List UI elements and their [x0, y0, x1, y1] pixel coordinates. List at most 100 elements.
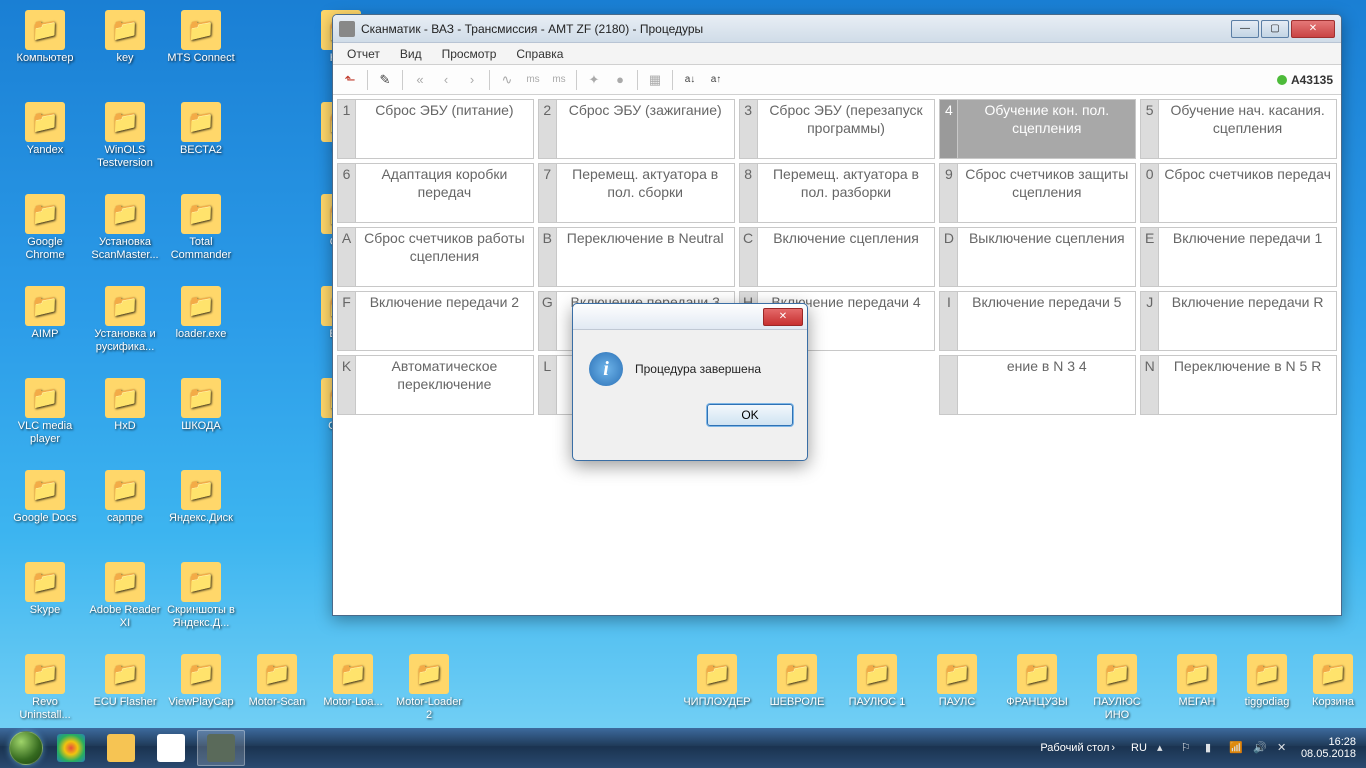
- desktop-icon[interactable]: 📁Total Commander: [164, 194, 238, 261]
- desktop-icon[interactable]: 📁ФРАНЦУЗЫ: [1000, 654, 1074, 709]
- desktop-icon[interactable]: 📁ШЕВРОЛЕ: [760, 654, 834, 709]
- procedure-cell[interactable]: IВключение передачи 5: [939, 291, 1136, 351]
- prev-icon[interactable]: ‹: [435, 69, 457, 91]
- start-button[interactable]: [6, 728, 46, 768]
- minimize-button[interactable]: —: [1231, 20, 1259, 38]
- desktop-icon[interactable]: 📁ECU Flasher: [88, 654, 162, 709]
- desktop-icon[interactable]: 📁сарпре: [88, 470, 162, 525]
- desktop-icon[interactable]: 📁Google Docs: [8, 470, 82, 525]
- edit-icon[interactable]: ✎: [374, 69, 396, 91]
- plus-icon[interactable]: ✦: [583, 69, 605, 91]
- app-icon: [339, 21, 355, 37]
- wave-icon[interactable]: ∿: [496, 69, 518, 91]
- close-button[interactable]: ✕: [1291, 20, 1335, 38]
- network-icon[interactable]: 📶: [1229, 741, 1243, 755]
- desktop-icon[interactable]: 📁ШКОДА: [164, 378, 238, 433]
- procedure-cell[interactable]: AСброс счетчиков работы сцепления: [337, 227, 534, 287]
- desktop-icon[interactable]: 📁Adobe Reader XI: [88, 562, 162, 629]
- menu-preview[interactable]: Просмотр: [432, 45, 507, 63]
- language-indicator[interactable]: RU: [1131, 742, 1147, 754]
- procedure-cell[interactable]: 6Адаптация коробки передач: [337, 163, 534, 223]
- next-icon[interactable]: ›: [461, 69, 483, 91]
- procedure-cell[interactable]: 1Сброс ЭБУ (питание): [337, 99, 534, 159]
- procedure-cell[interactable]: JВключение передачи R: [1140, 291, 1337, 351]
- desktop-icon[interactable]: 📁Motor-Scan: [240, 654, 314, 709]
- desktop-icon[interactable]: 📁ПАУЛЮС 1: [840, 654, 914, 709]
- menu-report[interactable]: Отчет: [337, 45, 390, 63]
- desktop-icon[interactable]: 📁WinOLS Testversion: [88, 102, 162, 169]
- desktop-icon[interactable]: 📁ПАУЛЮС ИНО: [1080, 654, 1154, 721]
- desktop-icon[interactable]: 📁Установка и русифика...: [88, 286, 162, 353]
- ms-icon[interactable]: ms: [522, 69, 544, 91]
- maximize-button[interactable]: ▢: [1261, 20, 1289, 38]
- sort-down-icon[interactable]: a↓: [679, 69, 701, 91]
- procedure-cell[interactable]: 4Обучение кон. пол. сцепления: [939, 99, 1136, 159]
- procedure-cell[interactable]: ение в N 3 4: [939, 355, 1136, 415]
- desktop-icon[interactable]: 📁Motor-Loa...: [316, 654, 390, 709]
- desktop-icon[interactable]: 📁MTS Connect: [164, 10, 238, 65]
- desktop-icon[interactable]: 📁tiggodiag: [1230, 654, 1304, 709]
- titlebar[interactable]: Сканматик - ВАЗ - Трансмиссия - AMT ZF (…: [333, 15, 1341, 43]
- desktop-icon[interactable]: 📁key: [88, 10, 162, 65]
- procedure-cell[interactable]: 7Перемещ. актуатора в пол. сборки: [538, 163, 735, 223]
- procedure-cell[interactable]: BПереключение в Neutral: [538, 227, 735, 287]
- desktop-icon[interactable]: 📁ВЕСТА2: [164, 102, 238, 157]
- procedure-cell[interactable]: CВключение сцепления: [739, 227, 936, 287]
- procedure-cell[interactable]: 8Перемещ. актуатора в пол. разборки: [739, 163, 936, 223]
- desktop-icon[interactable]: 📁VLC media player: [8, 378, 82, 445]
- first-icon[interactable]: «: [409, 69, 431, 91]
- taskbar-chrome[interactable]: [47, 730, 95, 766]
- taskbar-explorer[interactable]: [97, 730, 145, 766]
- menu-help[interactable]: Справка: [506, 45, 573, 63]
- x3-icon[interactable]: ✕: [1277, 741, 1291, 755]
- tray-up-icon[interactable]: ▴: [1157, 741, 1171, 755]
- procedure-cell[interactable]: EВключение передачи 1: [1140, 227, 1337, 287]
- cell-text: Сброс счетчиков работы сцепления: [356, 228, 533, 286]
- procedure-cell[interactable]: 3Сброс ЭБУ (перезапуск программы): [739, 99, 936, 159]
- menu-view[interactable]: Вид: [390, 45, 432, 63]
- icon-label: Revo Uninstall...: [8, 696, 82, 721]
- record-icon[interactable]: ●: [609, 69, 631, 91]
- desktop-icon[interactable]: 📁Skype: [8, 562, 82, 617]
- dialog-ok-button[interactable]: OK: [707, 404, 793, 426]
- taskbar-yandex[interactable]: [147, 730, 195, 766]
- procedure-cell[interactable]: 0Сброс счетчиков передач: [1140, 163, 1337, 223]
- procedure-cell[interactable]: 5Обучение нач. касания. сцепления: [1140, 99, 1337, 159]
- procedure-cell[interactable]: KАвтоматическое переключение: [337, 355, 534, 415]
- dialog-titlebar[interactable]: ✕: [573, 304, 807, 330]
- back-icon[interactable]: ⬑: [339, 69, 361, 91]
- desktop-icon[interactable]: 📁Яндекс.Диск: [164, 470, 238, 525]
- sort-up-icon[interactable]: a↑: [705, 69, 727, 91]
- desktop-icon[interactable]: 📁Установка ScanMaster...: [88, 194, 162, 261]
- desktop-icon[interactable]: 📁HxD: [88, 378, 162, 433]
- procedure-cell[interactable]: NПереключение в N 5 R: [1140, 355, 1337, 415]
- procedure-cell[interactable]: FВключение передачи 2: [337, 291, 534, 351]
- desktop-icon[interactable]: 📁ПАУЛС: [920, 654, 994, 709]
- ms2-icon[interactable]: ms: [548, 69, 570, 91]
- taskbar-scanmatic[interactable]: [197, 730, 245, 766]
- desktop-icon[interactable]: 📁Motor-Loader 2: [392, 654, 466, 721]
- desktop-icon[interactable]: 📁Google Chrome: [8, 194, 82, 261]
- battery-icon[interactable]: ▮: [1205, 741, 1219, 755]
- desktop-icon[interactable]: 📁МЕГАН: [1160, 654, 1234, 709]
- flag-icon[interactable]: ⚐: [1181, 741, 1195, 755]
- desktop-icon[interactable]: 📁Корзина: [1296, 654, 1366, 709]
- desktop-icon[interactable]: 📁AIMP: [8, 286, 82, 341]
- folder-icon: 📁: [181, 194, 221, 234]
- cell-text: Включение передачи R: [1159, 292, 1336, 350]
- procedure-cell[interactable]: DВыключение сцепления: [939, 227, 1136, 287]
- desktop-icon[interactable]: 📁Yandex: [8, 102, 82, 157]
- desktop-icon[interactable]: 📁Revo Uninstall...: [8, 654, 82, 721]
- desktop-icon[interactable]: 📁ViewPlayCap: [164, 654, 238, 709]
- desktop-icon[interactable]: 📁ЧИПЛОУДЕР: [680, 654, 754, 709]
- clock[interactable]: 16:28 08.05.2018: [1301, 736, 1356, 760]
- desktop-icon[interactable]: 📁Скриншоты в Яндекс.Д...: [164, 562, 238, 629]
- dialog-close-button[interactable]: ✕: [763, 308, 803, 326]
- window-icon[interactable]: ▦: [644, 69, 666, 91]
- desktop-icon[interactable]: 📁Компьютер: [8, 10, 82, 65]
- volume-icon[interactable]: 🔊: [1253, 741, 1267, 755]
- desktop-icon[interactable]: 📁loader.exe: [164, 286, 238, 341]
- procedure-cell[interactable]: 2Сброс ЭБУ (зажигание): [538, 99, 735, 159]
- show-desktop-button[interactable]: Рабочий стол ›: [1034, 742, 1121, 754]
- procedure-cell[interactable]: 9Сброс счетчиков защиты сцепления: [939, 163, 1136, 223]
